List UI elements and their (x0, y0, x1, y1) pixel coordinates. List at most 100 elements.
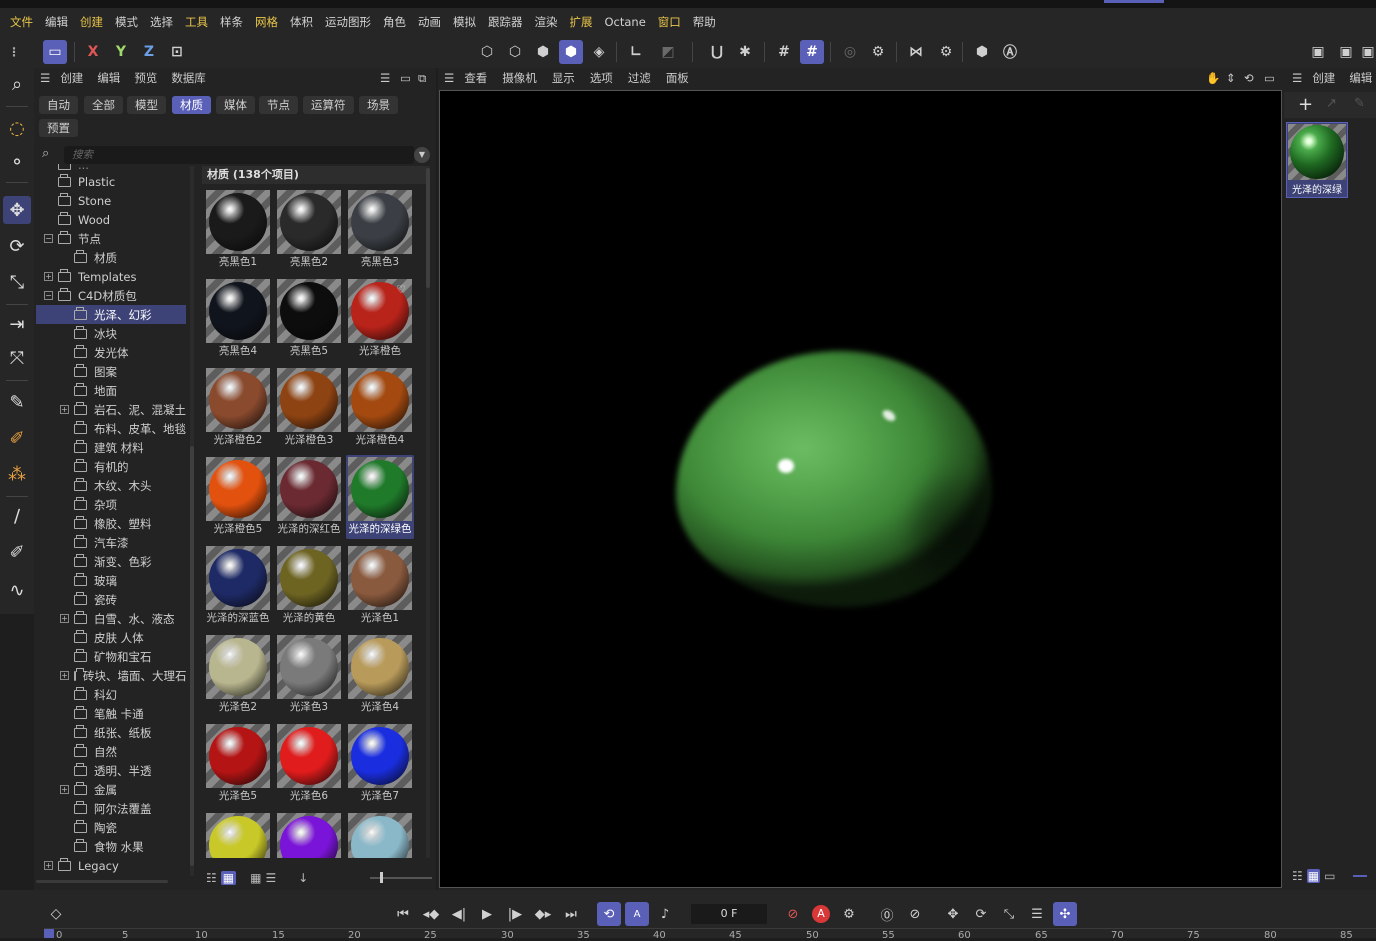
pan-icon[interactable]: ✋ (1206, 71, 1220, 85)
material-thumbnail[interactable]: 光泽色1 (346, 544, 414, 628)
model-mode-icon[interactable]: ⬢ (559, 40, 583, 64)
scale-box-icon[interactable]: ⤡ (3, 268, 31, 296)
point-level-icon[interactable]: ✣ (1053, 902, 1077, 926)
symmetry-icon[interactable]: ⋈ (904, 40, 928, 64)
material-slot[interactable]: 光泽的深绿 (1286, 122, 1348, 198)
grid-vertical-scrollbar[interactable] (426, 166, 430, 858)
panel-menu-icon[interactable]: ☰ (1292, 71, 1302, 85)
expand-icon[interactable]: + (44, 861, 53, 870)
tile-view-icon[interactable]: ▦ (250, 871, 261, 885)
menu-create[interactable]: 创建 (74, 14, 109, 30)
tree-item[interactable]: 陶瓷 (74, 818, 186, 837)
rotation-key-icon[interactable]: ⟳ (969, 902, 993, 926)
material-thumbnail[interactable]: 光泽橙色4 (346, 366, 414, 450)
material-thumbnail[interactable]: 光泽色10 (346, 811, 414, 858)
tree-item[interactable]: 发光体 (74, 343, 186, 362)
menu-mesh[interactable]: 网格 (249, 14, 284, 30)
maximize-view-icon[interactable]: ▭ (1264, 71, 1275, 85)
filter-materials[interactable]: 材质 (172, 96, 211, 114)
edges-mode-icon[interactable]: ⬡ (503, 40, 527, 64)
viewport-menu-display[interactable]: 显示 (552, 70, 575, 86)
asset-menu-database[interactable]: 数据库 (171, 70, 206, 86)
tree-item[interactable]: 科幻 (74, 685, 186, 704)
snap-settings-icon[interactable]: ✱ (733, 40, 757, 64)
material-thumbnail[interactable]: 光泽的深红色 (275, 455, 343, 539)
position-key-icon[interactable]: ✥ (941, 902, 965, 926)
magnet-icon[interactable]: ⋃ (705, 40, 729, 64)
tree-item[interactable]: Plastic (58, 172, 186, 191)
tree-item[interactable]: 透明、半透 (74, 761, 186, 780)
material-menu-edit[interactable]: 编辑 (1349, 70, 1372, 86)
material-thumbnail[interactable]: 亮黑色5 (275, 277, 343, 361)
tree-item[interactable]: 汽车漆 (74, 533, 186, 552)
tree-item[interactable]: 杂项 (74, 495, 186, 514)
render-canvas[interactable] (439, 90, 1282, 888)
panel-menu-icon[interactable]: ☰ (40, 71, 50, 85)
menu-extensions[interactable]: 扩展 (564, 14, 599, 30)
texture-mode-icon[interactable]: ◩ (656, 40, 680, 64)
render-region-icon[interactable]: ◎ (838, 40, 862, 64)
filter-operators[interactable]: 运算符 (303, 96, 354, 114)
tree-item[interactable]: + 白雪、水、液态 (60, 609, 186, 628)
material-menu-create[interactable]: 创建 (1312, 70, 1335, 86)
live-selection-icon[interactable]: ◌ (3, 114, 31, 142)
filter-all[interactable]: 全部 (84, 96, 123, 114)
undo-icon[interactable]: ⋮ (0, 40, 28, 64)
key-options-icon[interactable]: ⊘ (903, 902, 927, 926)
zoom-icon[interactable]: ⇕ (1226, 71, 1236, 85)
material-thumbnail[interactable]: 光泽的深蓝色 (204, 544, 272, 628)
popout-panel-icon[interactable]: ⧉ (418, 71, 426, 86)
material-thumbnail[interactable]: 光泽的黄色 (275, 544, 343, 628)
material-thumbnail[interactable]: 亮黑色1 (204, 188, 272, 272)
material-thumbnail[interactable]: 光泽的深绿色 (346, 455, 414, 539)
menu-edit[interactable]: 编辑 (39, 14, 74, 30)
key-selection-icon[interactable]: ⓪ (875, 902, 899, 926)
menu-spline[interactable]: 样条 (214, 14, 249, 30)
paint-tool-icon[interactable]: ✐ (3, 538, 31, 566)
size-slider[interactable] (1353, 875, 1368, 877)
menu-window[interactable]: 窗口 (652, 14, 687, 30)
render-picture-icon[interactable]: ▣ (1334, 40, 1358, 64)
list-view-icon[interactable]: ☷ (206, 871, 217, 885)
viewport-menu-camera[interactable]: 摄像机 (502, 70, 537, 86)
list-view-icon[interactable]: ☷ (1292, 869, 1303, 883)
placement-tool-icon[interactable]: ⤧ (3, 344, 31, 372)
minimize-panel-icon[interactable]: ▭ (400, 71, 411, 85)
expand-icon[interactable]: + (60, 785, 69, 794)
edit-icon[interactable]: ✎ (1354, 96, 1365, 111)
asset-menu-edit[interactable]: 编辑 (97, 70, 120, 86)
go-to-start-icon[interactable]: ⏮ (391, 902, 415, 926)
asset-menu-create[interactable]: 创建 (60, 70, 83, 86)
material-thumbnail[interactable]: 光泽色9 (275, 811, 343, 858)
search-dropdown-icon[interactable]: ▼ (414, 147, 430, 163)
filter-models[interactable]: 模型 (127, 96, 166, 114)
material-thumbnail[interactable]: 光泽橙色3 (275, 366, 343, 450)
material-thumbnail[interactable]: 光泽色7 (346, 722, 414, 806)
playhead[interactable] (44, 929, 54, 938)
layers-icon[interactable]: ☰ (380, 71, 390, 85)
asset-menu-preview[interactable]: 预览 (134, 70, 157, 86)
material-thumbnail[interactable]: 光泽色3 (275, 633, 343, 717)
tree-item[interactable]: 矿物和宝石 (74, 647, 186, 666)
axis-mode-icon[interactable]: ∟ (624, 40, 648, 64)
param-key-icon[interactable]: ☰ (1025, 902, 1049, 926)
tree-item[interactable]: − C4D材质包 (44, 286, 186, 305)
menu-help[interactable]: 帮助 (687, 14, 722, 30)
expand-icon[interactable]: + (60, 405, 69, 414)
filter-nodes[interactable]: 节点 (259, 96, 298, 114)
rotate-tool-icon[interactable]: ⟳ (3, 232, 31, 260)
next-key-icon[interactable]: ◆▸ (531, 902, 555, 926)
add-material-icon[interactable]: + (1298, 94, 1313, 115)
axis-z-toggle[interactable]: Z (137, 40, 161, 64)
menu-tracker[interactable]: 跟踪器 (482, 14, 529, 30)
material-thumbnail[interactable]: 光泽色2 (204, 633, 272, 717)
filter-auto[interactable]: 自动 (39, 96, 78, 114)
menu-mode[interactable]: 模式 (109, 14, 144, 30)
tree-item[interactable]: 玻璃 (74, 571, 186, 590)
autokey-icon[interactable]: A (809, 902, 833, 926)
tree-item[interactable]: 有机的 (74, 457, 186, 476)
filter-media[interactable]: 媒体 (216, 96, 255, 114)
menu-file[interactable]: 文件 (4, 14, 39, 30)
search-input[interactable]: 搜索 (64, 146, 414, 164)
points-mode-icon[interactable]: ⬡ (475, 40, 499, 64)
